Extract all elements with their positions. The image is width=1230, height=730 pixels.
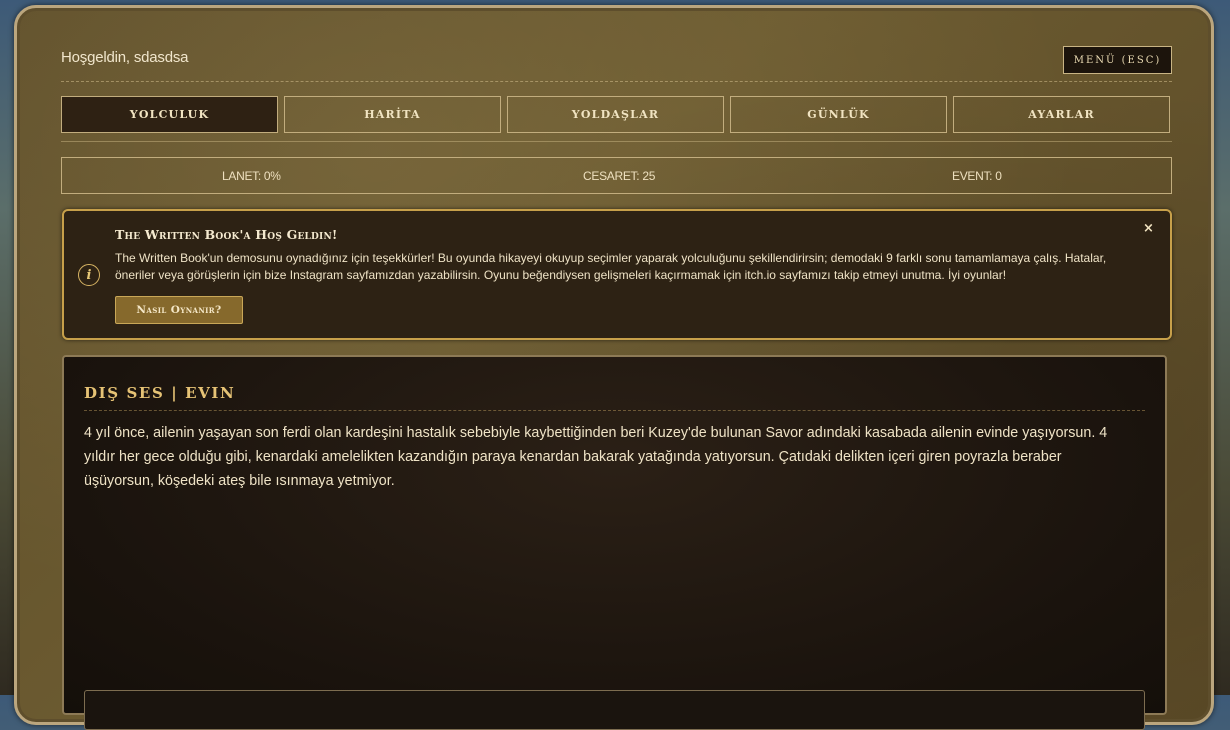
tabs-divider (61, 141, 1172, 142)
tab-yolculuk[interactable]: YOLCULUK (61, 96, 278, 133)
choice-box[interactable] (84, 690, 1145, 730)
stat-event: EVENT: 0 (952, 169, 1002, 183)
how-to-play-button[interactable]: Nasıl Oynanır? (115, 296, 243, 324)
notice-body: The Written Book'un demosunu oynadığınız… (115, 251, 1107, 282)
story-panel: DIŞ SES | EVIN 4 yıl önce, ailenin yaşay… (62, 355, 1167, 730)
tab-gunluk[interactable]: GÜNLÜK (730, 96, 947, 133)
close-icon[interactable]: × (1143, 221, 1154, 236)
stat-cesaret: CESARET: 25 (583, 169, 656, 183)
tab-yoldaslar[interactable]: YOLDAŞLAR (507, 96, 724, 133)
menu-button[interactable]: MENÜ (ESC) (1063, 46, 1172, 74)
stats-bar: LANET: 0% CESARET: 25 EVENT: 0 (61, 157, 1172, 194)
tab-ayarlar[interactable]: AYARLAR (953, 96, 1170, 133)
tab-harita[interactable]: HARİTA (284, 96, 501, 133)
header-divider (61, 81, 1172, 82)
info-icon: i (78, 264, 100, 286)
welcome-notice: i The Written Book'a Hoş Geldin! The Wri… (62, 209, 1172, 340)
stat-lanet: LANET: 0% (222, 169, 281, 183)
game-frame: Hoşgeldin, sdasdsa MENÜ (ESC) YOLCULUK H… (14, 5, 1214, 730)
tab-bar: YOLCULUK HARİTA YOLDAŞLAR GÜNLÜK AYARLAR (61, 96, 1172, 133)
welcome-text: Hoşgeldin, sdasdsa (61, 49, 189, 66)
story-divider (84, 410, 1145, 411)
notice-title: The Written Book'a Hoş Geldin! (115, 227, 338, 242)
story-text: 4 yıl önce, ailenin yaşayan son ferdi ol… (84, 425, 1108, 489)
story-title: DIŞ SES | EVIN (84, 384, 236, 402)
